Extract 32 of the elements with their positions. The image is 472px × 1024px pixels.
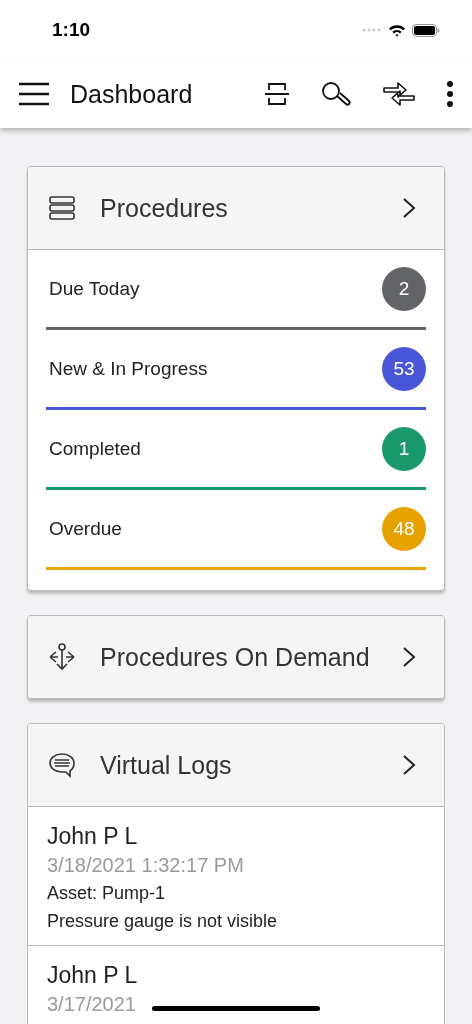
procedure-status-row[interactable]: Completed 1 [46,410,426,490]
log-author: John P L [47,961,138,990]
procedures-header[interactable]: Procedures [28,167,444,250]
log-text: Asset: Pump-1 [47,882,166,905]
more-button[interactable] [446,80,454,108]
chevron-icon [402,197,416,219]
chevron-icon [402,754,416,776]
log-text: Pressure gauge is not visible [47,910,278,933]
wifi-icon [388,23,406,37]
chevron-icon [402,646,416,668]
chat-bubble-icon [48,752,76,778]
log-timestamp: 3/17/2021 [47,992,136,1017]
card-title: Procedures On Demand [100,642,370,672]
log-author: John P L [47,822,138,851]
anchor-icon [48,643,76,671]
stack-icon [48,196,76,220]
status-time: 1:10 [52,19,91,41]
log-timestamp: 3/18/2021 1:32:17 PM [47,853,244,878]
signal-icon [362,28,382,32]
card-title: Virtual Logs [100,750,232,780]
search-button[interactable] [320,80,352,108]
procedure-status-row[interactable]: Overdue 48 [46,490,426,570]
battery-icon [412,23,440,37]
scan-button[interactable] [264,82,290,106]
virtual-logs-header[interactable]: Virtual Logs [28,724,444,807]
sync-button[interactable] [382,80,416,108]
menu-button[interactable] [18,82,50,106]
page-title: Dashboard [70,79,193,109]
on-demand-header[interactable]: Procedures On Demand [28,616,444,698]
card-title: Procedures [100,193,228,223]
procedure-status-row[interactable]: New & In Progress 53 [46,330,426,410]
procedure-status-row[interactable]: Due Today 2 [46,250,426,330]
